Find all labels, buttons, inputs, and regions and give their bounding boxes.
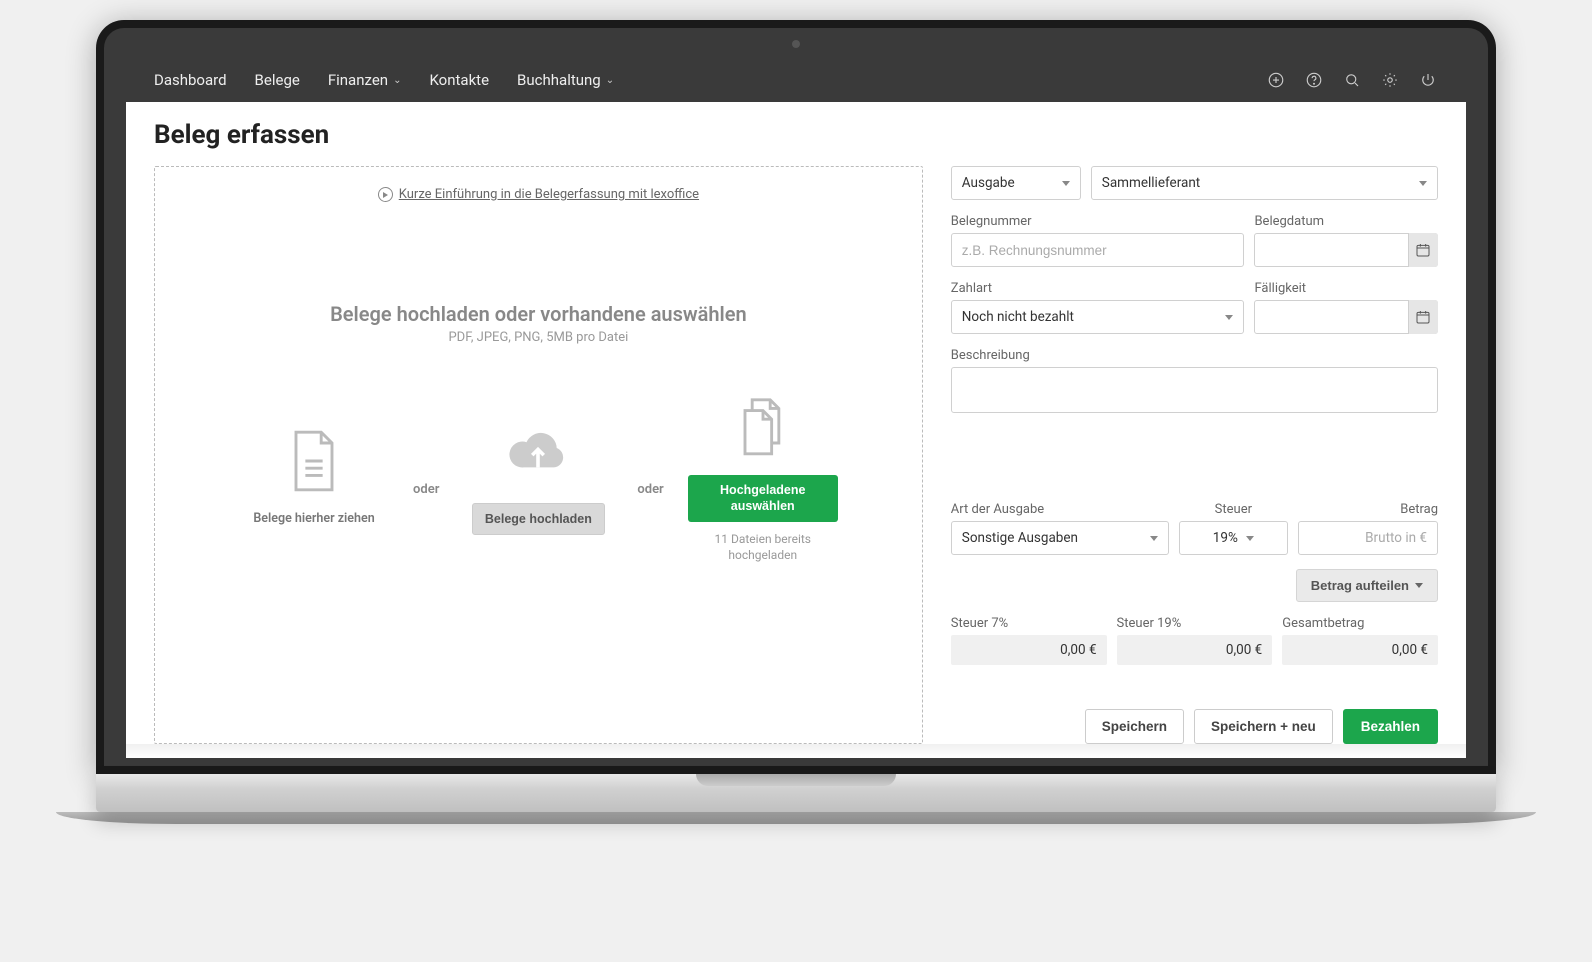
chevron-down-icon <box>1225 315 1233 320</box>
save-new-button[interactable]: Speichern + neu <box>1194 709 1333 744</box>
nav-finanzen[interactable]: Finanzen⌄ <box>328 71 402 89</box>
steuer7-value: 0,00 € <box>951 635 1107 665</box>
upload-subheading: PDF, JPEG, PNG, 5MB pro Datei <box>448 330 628 345</box>
gear-icon[interactable] <box>1380 70 1400 90</box>
nav-kontakte[interactable]: Kontakte <box>429 71 489 89</box>
art-label: Art der Ausgabe <box>951 502 1169 517</box>
faelligkeit-input[interactable] <box>1254 300 1438 334</box>
zahlart-select[interactable]: Noch nicht bezahlt <box>951 300 1245 334</box>
files-uploaded-note: 11 Dateien bereits hochgeladen <box>688 532 838 563</box>
pay-button[interactable]: Bezahlen <box>1343 709 1438 744</box>
gesamt-label: Gesamtbetrag <box>1282 616 1438 631</box>
supplier-select[interactable]: Sammellieferant <box>1091 166 1438 200</box>
drag-label: Belege hierher ziehen <box>253 511 374 527</box>
search-icon[interactable] <box>1342 70 1362 90</box>
upload-or-separator: oder <box>413 452 439 497</box>
calendar-icon[interactable] <box>1408 300 1438 334</box>
nav-dashboard[interactable]: Dashboard <box>154 71 227 89</box>
zahlart-label: Zahlart <box>951 281 1245 296</box>
intro-video-link[interactable]: Kurze Einführung in die Belegerfassung m… <box>378 187 699 202</box>
steuer7-label: Steuer 7% <box>951 616 1107 631</box>
upload-dropzone[interactable]: Kurze Einführung in die Belegerfassung m… <box>154 166 923 744</box>
belegdatum-input[interactable] <box>1254 233 1438 267</box>
gesamt-value: 0,00 € <box>1282 635 1438 665</box>
beschreibung-input[interactable] <box>951 367 1438 413</box>
page-title: Beleg erfassen <box>154 120 1438 150</box>
art-select[interactable]: Sonstige Ausgaben <box>951 521 1169 555</box>
upload-heading: Belege hochladen oder vorhandene auswähl… <box>330 302 747 326</box>
chevron-down-icon: ⌄ <box>606 75 614 86</box>
play-icon <box>378 187 393 202</box>
top-navbar: Dashboard Belege Finanzen⌄ Kontakte Buch… <box>126 58 1466 102</box>
steuer19-label: Steuer 19% <box>1117 616 1273 631</box>
nav-buchhaltung[interactable]: Buchhaltung⌄ <box>517 71 614 89</box>
document-icon <box>274 421 354 501</box>
chevron-down-icon <box>1062 181 1070 186</box>
chevron-down-icon <box>1150 536 1158 541</box>
form-actions: Speichern Speichern + neu Bezahlen <box>951 679 1438 744</box>
help-icon[interactable] <box>1304 70 1324 90</box>
split-amount-button[interactable]: Betrag aufteilen <box>1296 569 1438 602</box>
upload-or-separator: oder <box>637 452 663 497</box>
beschreibung-label: Beschreibung <box>951 348 1438 363</box>
cloud-upload-icon <box>498 413 578 493</box>
steuer19-value: 0,00 € <box>1117 635 1273 665</box>
caret-down-icon <box>1415 583 1423 588</box>
betrag-label: Betrag <box>1298 502 1438 517</box>
betrag-input[interactable]: Brutto in € <box>1298 521 1438 555</box>
select-uploaded-button[interactable]: Hochgeladene auswählen <box>688 475 838 522</box>
nav-belege[interactable]: Belege <box>255 71 300 89</box>
add-icon[interactable] <box>1266 70 1286 90</box>
save-button[interactable]: Speichern <box>1085 709 1184 744</box>
drag-drop-area[interactable]: Belege hierher ziehen <box>239 421 389 527</box>
chevron-down-icon <box>1246 536 1254 541</box>
power-icon[interactable] <box>1418 70 1438 90</box>
steuer-label: Steuer <box>1179 502 1288 517</box>
chevron-down-icon <box>1419 181 1427 186</box>
chevron-down-icon: ⌄ <box>393 75 401 86</box>
steuer-select[interactable]: 19% <box>1179 521 1288 555</box>
belegnummer-label: Belegnummer <box>951 214 1245 229</box>
receipt-form: Ausgabe Sammellieferant Belegnummer <box>951 166 1438 744</box>
calendar-icon[interactable] <box>1408 233 1438 267</box>
documents-stack-icon <box>723 385 803 465</box>
faelligkeit-label: Fälligkeit <box>1254 281 1438 296</box>
upload-button[interactable]: Belege hochladen <box>472 503 605 535</box>
belegnummer-input[interactable] <box>951 233 1245 267</box>
type-select[interactable]: Ausgabe <box>951 166 1081 200</box>
belegdatum-label: Belegdatum <box>1254 214 1438 229</box>
